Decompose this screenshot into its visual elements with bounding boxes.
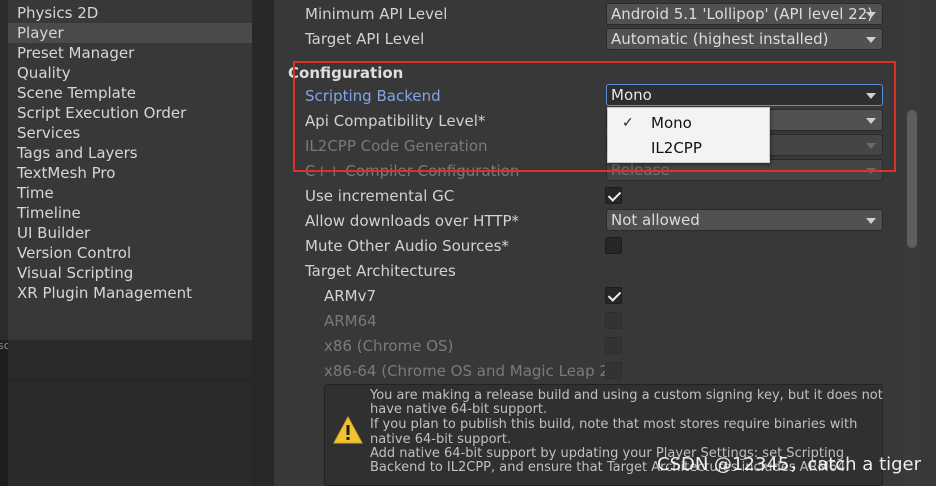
sidebar-item-xr-plugin-management[interactable]: XR Plugin Management [17,283,252,303]
sidebar-item-script-execution-order[interactable]: Script Execution Order [17,103,252,123]
left-panel-edge: sc [0,0,10,486]
chevron-down-icon [866,218,876,224]
target-api-level-dropdown[interactable]: Automatic (highest installed) [606,28,883,50]
sidebar-item-preset-manager[interactable]: Preset Manager [17,43,252,63]
arm64-checkbox [605,312,622,329]
target-architectures-label: Target Architectures [305,262,456,280]
mute-other-audio-checkbox[interactable] [605,237,622,254]
sidebar-divider [8,380,252,381]
warning-text-line: native 64-bit support. [370,432,512,447]
armv7-checkbox[interactable] [605,287,622,304]
sidebar-item-scene-template[interactable]: Scene Template [17,83,252,103]
chevron-down-icon [866,12,876,18]
warning-text-line: have native 64-bit support. [370,402,548,417]
sidebar-item-time[interactable]: Time [17,183,252,203]
watermark-text: CSDN @12345，catch a tiger [657,454,922,475]
vertical-scrollbar[interactable] [904,0,921,486]
scripting-backend-options-menu: ✓ Mono IL2CPP [607,107,770,163]
sidebar-empty-area [8,340,252,486]
sidebar-item-quality[interactable]: Quality [17,63,252,83]
warning-text-line: If you plan to publish this build, note … [370,417,858,432]
panel-splitter[interactable] [252,0,274,486]
sidebar-item-ui-builder[interactable]: UI Builder [17,223,252,243]
menu-item-il2cpp[interactable]: IL2CPP [608,136,769,161]
sidebar-item-physics-2d[interactable]: Physics 2D [17,3,252,23]
armv7-label: ARMv7 [324,287,377,305]
x86-checkbox [605,337,622,354]
sidebar-item-visual-scripting[interactable]: Visual Scripting [17,263,252,283]
warning-icon [333,415,363,444]
target-api-level-value: Automatic (highest installed) [611,30,829,48]
menu-item-label: Mono [651,114,692,132]
arm64-label: ARM64 [324,312,377,330]
min-api-level-value: Android 5.1 'Lollipop' (API level 22) [611,5,874,23]
menu-item-label: IL2CPP [651,139,702,157]
allow-http-downloads-label: Allow downloads over HTTP* [305,212,520,230]
x86-64-checkbox [605,362,622,379]
sidebar-item-player[interactable]: Player [8,23,252,43]
left-panel-edge-lower [0,340,8,486]
allow-http-downloads-dropdown[interactable]: Not allowed [606,209,883,231]
sidebar-item-services[interactable]: Services [17,123,252,143]
x86-64-label: x86-64 (Chrome OS and Magic Leap 2) [324,362,615,380]
min-api-level-dropdown[interactable]: Android 5.1 'Lollipop' (API level 22) [606,3,883,25]
sidebar-item-tags-and-layers[interactable]: Tags and Layers [17,143,252,163]
sidebar-item-version-control[interactable]: Version Control [17,243,252,263]
checkmark-icon: ✓ [622,115,634,131]
menu-item-mono[interactable]: ✓ Mono [608,111,769,136]
incremental-gc-label: Use incremental GC [305,187,455,205]
chevron-down-icon [866,37,876,43]
mute-other-audio-label: Mute Other Audio Sources* [305,237,509,255]
x86-label: x86 (Chrome OS) [324,337,454,355]
warning-text-line: You are making a release build and using… [370,388,883,403]
sidebar-item-timeline[interactable]: Timeline [17,203,252,223]
min-api-level-label: Minimum API Level [305,5,448,23]
sidebar-item-textmesh-pro[interactable]: TextMesh Pro [17,163,252,183]
scrollbar-thumb[interactable] [907,110,917,248]
annotation-highlight-box [293,61,896,172]
allow-http-downloads-value: Not allowed [611,211,700,229]
incremental-gc-checkbox[interactable] [605,187,622,204]
project-settings-sidebar: Physics 2D Player Preset Manager Quality… [8,0,252,486]
target-api-level-label: Target API Level [305,30,425,48]
